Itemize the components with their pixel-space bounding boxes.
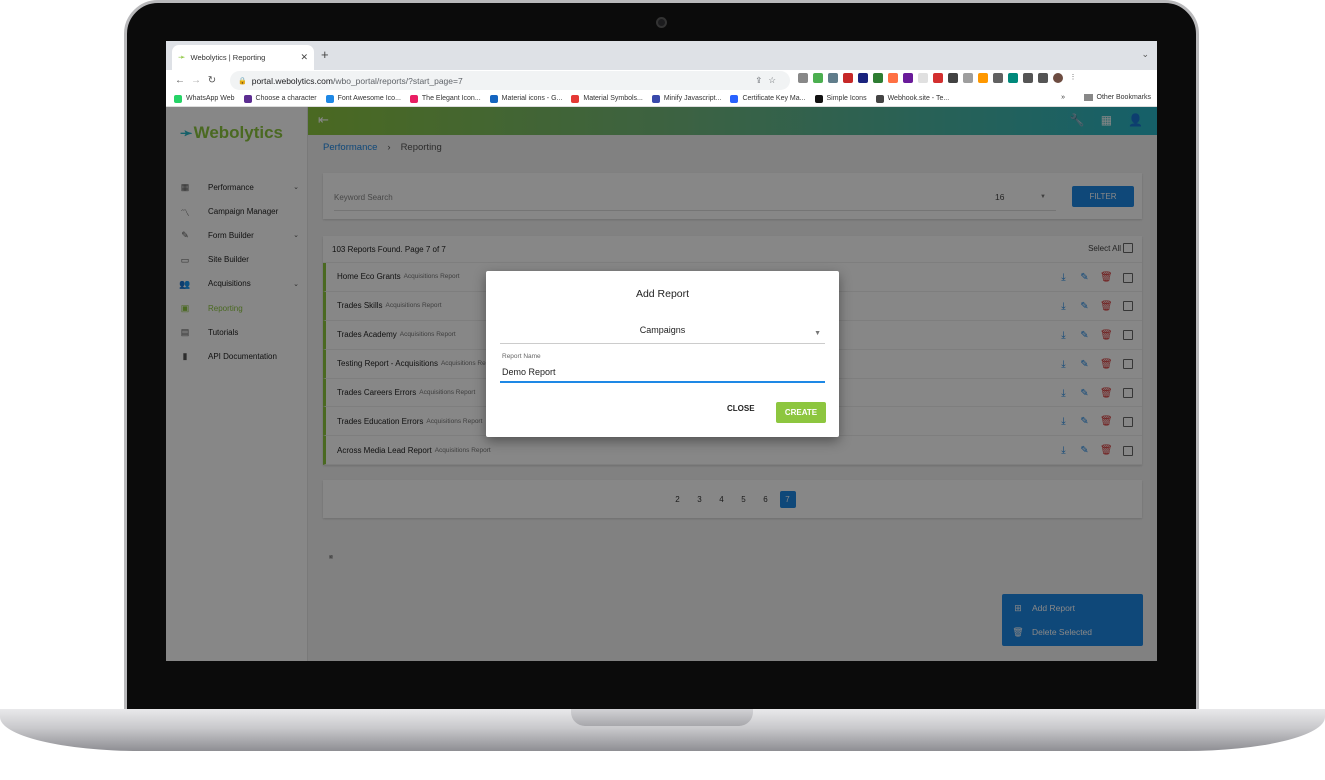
extension-icon[interactable] xyxy=(963,73,973,83)
bookmark-icon xyxy=(814,94,823,103)
url-field[interactable]: 🔒 portal.webolytics.com/wbo_portal/repor… xyxy=(230,71,790,90)
share-star-icons[interactable]: ⇪☆ xyxy=(755,75,782,86)
bookmark-label: The Elegant Icon... xyxy=(421,95,481,102)
extension-icon[interactable] xyxy=(918,73,928,83)
bookmark-label: Webhook.site - Te... xyxy=(887,95,950,102)
close-button[interactable]: CLOSE xyxy=(727,404,755,413)
report-name-input[interactable] xyxy=(500,363,825,383)
url-path: /wbo_portal/reports/?start_page=7 xyxy=(332,75,463,86)
favicon-icon: ➛ xyxy=(178,52,186,62)
bookmark-icon xyxy=(489,94,498,103)
dropdown-arrow-icon: ▼ xyxy=(814,330,821,337)
extension-icon[interactable] xyxy=(1008,73,1018,83)
bookmark-item[interactable]: Webhook.site - Te... xyxy=(875,94,950,103)
bookmark-label: Material Symbols... xyxy=(583,95,643,102)
bookmark-icon xyxy=(730,94,739,103)
extension-icon[interactable] xyxy=(948,73,958,83)
extension-icon[interactable] xyxy=(813,73,823,83)
extension-icon[interactable] xyxy=(828,73,838,83)
bookmark-icon xyxy=(651,94,660,103)
bookmark-label: Choose a character xyxy=(255,95,317,102)
bookmarks-overflow[interactable]: » xyxy=(1061,94,1065,101)
bookmark-item[interactable]: Certificate Key Ma... xyxy=(730,94,806,103)
report-name-label: Report Name xyxy=(502,353,541,360)
bookmark-icon xyxy=(409,94,418,103)
menu-icon[interactable]: ⋮ xyxy=(1068,73,1078,83)
extension-icon[interactable] xyxy=(843,73,853,83)
puzzle-icon[interactable] xyxy=(1023,73,1033,83)
close-tab-icon[interactable]: ✕ xyxy=(300,52,308,63)
add-report-dialog: Add Report Campaigns ▼ Report Name CLOSE… xyxy=(486,271,839,437)
other-bookmarks[interactable]: Other Bookmarks xyxy=(1083,94,1151,101)
bookmark-label: Material icons - G... xyxy=(501,95,563,102)
extension-icon[interactable] xyxy=(888,73,898,83)
bookmark-icon xyxy=(571,94,580,103)
browser-tab-bar: ➛ Webolytics | Reporting ✕ + ⌄ xyxy=(166,41,1157,70)
bookmarks-bar: WhatsApp Web Choose a character Font Aweso… xyxy=(166,91,1157,107)
create-button[interactable]: CREATE xyxy=(776,402,826,423)
bookmark-label: Font Awesome Ico... xyxy=(337,95,401,102)
address-bar: ← → ↻ 🔒 portal.webolytics.com/wbo_portal… xyxy=(166,70,1157,91)
bookmark-icon xyxy=(875,94,884,103)
extension-icon[interactable] xyxy=(933,73,943,83)
tab-title: Webolytics | Reporting xyxy=(190,53,266,62)
bookmark-icon xyxy=(325,94,334,103)
bookmark-label: Minify Javascript... xyxy=(663,95,722,102)
report-type-value: Campaigns xyxy=(639,325,686,335)
bookmark-icon xyxy=(174,94,182,103)
bookmark-item[interactable]: WhatsApp Web xyxy=(174,94,235,103)
browser-tab[interactable]: ➛ Webolytics | Reporting ✕ xyxy=(172,45,314,70)
bookmark-label: Simple Icons xyxy=(826,95,867,102)
extension-icon[interactable] xyxy=(978,73,988,83)
extensions-bar: ⋮ xyxy=(798,73,1078,83)
forward-icon[interactable]: → xyxy=(188,75,204,86)
extension-icon[interactable] xyxy=(873,73,883,83)
new-tab-icon[interactable]: + xyxy=(321,47,329,62)
laptop-notch xyxy=(571,709,753,726)
bookmark-item[interactable]: Material Symbols... xyxy=(571,94,643,103)
back-icon[interactable]: ← xyxy=(172,75,188,86)
bookmark-icon xyxy=(243,94,252,103)
bookmark-label: WhatsApp Web xyxy=(186,95,235,102)
extension-icon[interactable] xyxy=(798,73,808,83)
avatar[interactable] xyxy=(1053,73,1063,83)
bookmark-item[interactable]: Simple Icons xyxy=(814,94,867,103)
extension-icon[interactable] xyxy=(903,73,913,83)
extension-icon[interactable] xyxy=(993,73,1003,83)
bookmark-item[interactable]: Minify Javascript... xyxy=(651,94,722,103)
other-bookmarks-label: Other Bookmarks xyxy=(1096,94,1151,101)
bookmark-item[interactable]: The Elegant Icon... xyxy=(409,94,481,103)
extension-icon[interactable] xyxy=(858,73,868,83)
app: ➛ Webolytics ▦ Performance ⌄ 〽 Campaign Mana… xyxy=(166,107,1157,661)
screen: ➛ Webolytics | Reporting ✕ + ⌄ ← → ↻ 🔒 p… xyxy=(166,41,1157,661)
camera xyxy=(656,17,667,28)
dialog-title: Add Report xyxy=(635,288,690,300)
bookmark-label: Certificate Key Ma... xyxy=(742,95,806,102)
sidepanel-icon[interactable] xyxy=(1038,73,1048,83)
tab-search-icon[interactable]: ⌄ xyxy=(1141,49,1149,60)
url-host: portal.webolytics.com xyxy=(251,75,333,86)
lock-icon: 🔒 xyxy=(238,77,247,85)
bookmark-item[interactable]: Choose a character xyxy=(243,94,317,103)
bookmark-item[interactable]: Material icons - G... xyxy=(489,94,563,103)
reload-icon[interactable]: ↻ xyxy=(204,75,220,86)
folder-icon xyxy=(1083,94,1093,101)
report-type-select[interactable]: Campaigns ▼ xyxy=(500,323,825,344)
bookmark-item[interactable]: Font Awesome Ico... xyxy=(325,94,401,103)
